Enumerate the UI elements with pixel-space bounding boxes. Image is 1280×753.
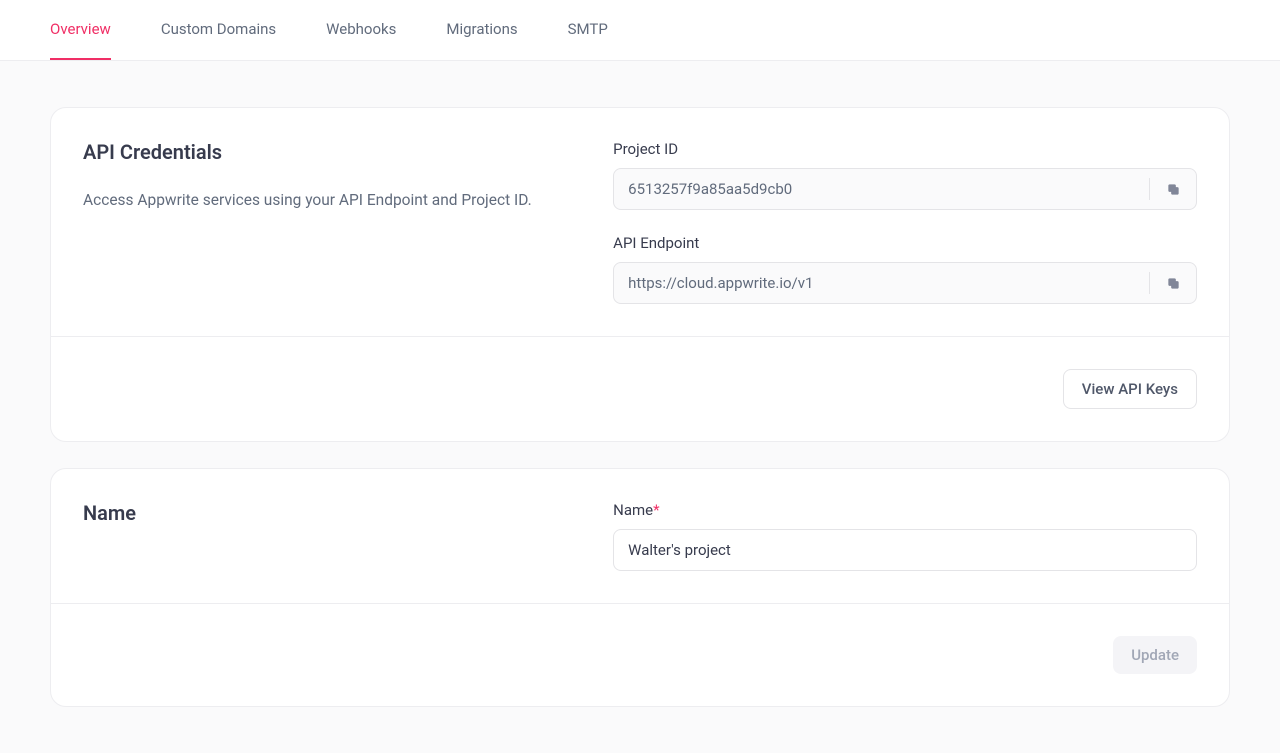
name-field-label: Name* — [613, 501, 1197, 519]
name-field-label-text: Name — [613, 501, 653, 519]
tab-smtp[interactable]: SMTP — [568, 0, 608, 60]
content-area: API Credentials Access Appwrite services… — [0, 61, 1280, 753]
copy-icon — [1166, 276, 1181, 291]
name-card-title: Name — [83, 501, 573, 525]
tab-webhooks[interactable]: Webhooks — [326, 0, 396, 60]
api-credentials-card: API Credentials Access Appwrite services… — [50, 107, 1230, 442]
settings-tabs: Overview Custom Domains Webhooks Migrati… — [0, 0, 1280, 61]
api-endpoint-label: API Endpoint — [613, 234, 1197, 252]
api-endpoint-field: https://cloud.appwrite.io/v1 — [613, 262, 1197, 304]
project-id-label: Project ID — [613, 140, 1197, 158]
tab-migrations[interactable]: Migrations — [446, 0, 517, 60]
required-indicator: * — [653, 501, 659, 519]
update-button[interactable]: Update — [1113, 636, 1197, 674]
view-api-keys-button[interactable]: View API Keys — [1063, 369, 1197, 409]
tab-overview[interactable]: Overview — [50, 0, 111, 60]
project-id-field: 6513257f9a85aa5d9cb0 — [613, 168, 1197, 210]
api-credentials-description: Access Appwrite services using your API … — [83, 188, 573, 212]
copy-project-id-button[interactable] — [1150, 169, 1196, 209]
api-credentials-title: API Credentials — [83, 140, 573, 164]
copy-icon — [1166, 182, 1181, 197]
tab-custom-domains[interactable]: Custom Domains — [161, 0, 276, 60]
name-input[interactable] — [613, 529, 1197, 571]
project-id-value: 6513257f9a85aa5d9cb0 — [614, 180, 1149, 198]
api-endpoint-value: https://cloud.appwrite.io/v1 — [614, 274, 1149, 292]
copy-api-endpoint-button[interactable] — [1150, 263, 1196, 303]
name-card: Name Name* Update — [50, 468, 1230, 707]
